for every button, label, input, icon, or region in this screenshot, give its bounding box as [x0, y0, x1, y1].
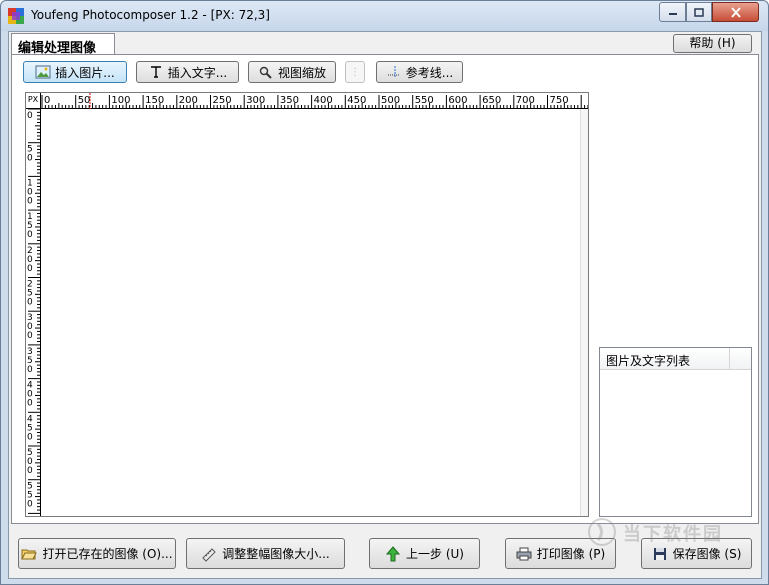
- list-header: 图片及文字列表: [600, 348, 751, 370]
- ruler-top-label: 500: [381, 95, 400, 106]
- text-tool-icon: [148, 64, 164, 80]
- open-folder-icon: [21, 546, 38, 562]
- ruler-top-label: 450: [347, 95, 366, 106]
- ruler-top-label: 100: [111, 95, 130, 106]
- title-bar[interactable]: Youfeng Photocomposer 1.2 - [PX: 72,3]: [1, 1, 768, 31]
- ruler-top-label: 600: [448, 95, 467, 106]
- ruler-left-label: 0: [27, 196, 33, 206]
- ruler-top-label: 350: [280, 95, 299, 106]
- ruler-top: 0 50 100 150 200 250 300 350 400 450 500 550 600 650 7…: [41, 93, 589, 109]
- disabled-tool-button[interactable]: ⋮: [345, 61, 365, 83]
- green-arrow-up-icon: [385, 545, 401, 562]
- insert-image-label: 插入图片...: [55, 65, 115, 80]
- ruler-top-scale: 0 50 100 150 200 250 300 350 400 450 500 550 600 650 7…: [41, 93, 589, 109]
- app-window: Youfeng Photocomposer 1.2 - [PX: 72,3] 编…: [0, 0, 769, 585]
- ruler-top-label: 400: [314, 95, 333, 106]
- magnifier-icon: [258, 64, 274, 80]
- ruler-left-label: 0: [27, 111, 33, 121]
- ruler-left-label: 0: [27, 365, 33, 375]
- resize-whole-label: 调整整幅图像大小...: [222, 547, 330, 561]
- ruler-top-label: 250: [213, 95, 232, 106]
- ruler-left-scale: 050100150200250300350400450500550: [27, 108, 41, 514]
- client-area: 编辑处理图像 帮助 (H) 插入图片... 插入文字... 视图缩放 ⋮ 参考线…: [8, 31, 762, 579]
- printer-icon: [516, 546, 532, 562]
- ruler-left-label: 0: [27, 466, 33, 476]
- watermark-text: 当下软件园: [623, 524, 723, 545]
- ruler-top-label: 550: [415, 95, 434, 106]
- open-existing-button[interactable]: 打开已存在的图像 (O)...: [18, 538, 176, 569]
- insert-image-button[interactable]: 插入图片...: [23, 61, 127, 83]
- maximize-button[interactable]: [686, 2, 712, 22]
- close-button[interactable]: [712, 2, 759, 22]
- ruler-top-label: 0: [44, 95, 50, 106]
- guides-label: 参考线...: [405, 65, 454, 80]
- close-icon: [730, 6, 741, 18]
- app-icon: [8, 8, 24, 24]
- ruler-left-label: 0: [27, 298, 33, 308]
- insert-text-label: 插入文字...: [167, 65, 228, 80]
- undo-label: 上一步 (U): [406, 547, 464, 561]
- ruler-left-label: 0: [27, 264, 33, 274]
- minimize-button[interactable]: [659, 2, 686, 22]
- ruler-pencil-icon: [201, 546, 217, 562]
- ruler-left-label: 0: [27, 331, 33, 341]
- ruler-left-label: 0: [27, 154, 33, 164]
- guides-button[interactable]: 参考线...: [376, 61, 463, 83]
- ruler-top-label: 200: [179, 95, 198, 106]
- ruler-unit: PX: [26, 93, 41, 109]
- list-column-header[interactable]: 图片及文字列表: [600, 348, 730, 370]
- watermark-logo-icon: [588, 518, 616, 546]
- undo-button[interactable]: 上一步 (U): [369, 538, 480, 569]
- zoom-label: 视图缩放: [277, 65, 326, 80]
- ruler-top-label: 300: [246, 95, 265, 106]
- tab-edit-image[interactable]: 编辑处理图像: [11, 33, 115, 56]
- ruler-left-label: 0: [27, 500, 33, 510]
- ruler-left-label: 0: [27, 399, 33, 409]
- ruler-left-label: 0: [27, 432, 33, 442]
- zoom-button[interactable]: 视图缩放: [248, 61, 336, 83]
- ruler-top-label: 650: [482, 95, 501, 106]
- ruler-left-label: 0: [27, 230, 33, 240]
- resize-whole-button[interactable]: 调整整幅图像大小...: [186, 538, 345, 569]
- ruler-top-label: 150: [145, 95, 164, 106]
- separator-glyph: ⋮: [350, 66, 360, 78]
- guides-icon: [386, 64, 402, 80]
- ruler-left: 050100150200250300350400450500550: [26, 108, 41, 516]
- maximize-icon: [694, 7, 704, 17]
- insert-text-button[interactable]: 插入文字...: [136, 61, 239, 83]
- canvas-area[interactable]: PX 0 50 100 150 200 250 300 350 400 450 500 550 600 6…: [25, 92, 589, 517]
- watermark: 当下软件园: [585, 517, 755, 549]
- picture-icon: [35, 64, 51, 80]
- ruler-top-label: 750: [550, 95, 569, 106]
- ruler-top-label: 50: [78, 95, 91, 106]
- canvas-scrollbar[interactable]: [580, 109, 588, 516]
- ruler-top-label: 700: [516, 95, 535, 106]
- tab-page: 插入图片... 插入文字... 视图缩放 ⋮ 参考线... PX 0 50 10…: [11, 54, 759, 524]
- help-button[interactable]: 帮助 (H): [673, 34, 752, 53]
- minimize-icon: [668, 13, 677, 15]
- open-existing-label: 打开已存在的图像 (O)...: [42, 547, 173, 561]
- layer-list-panel[interactable]: 图片及文字列表: [599, 347, 752, 517]
- window-title: Youfeng Photocomposer 1.2 - [PX: 72,3]: [31, 8, 270, 22]
